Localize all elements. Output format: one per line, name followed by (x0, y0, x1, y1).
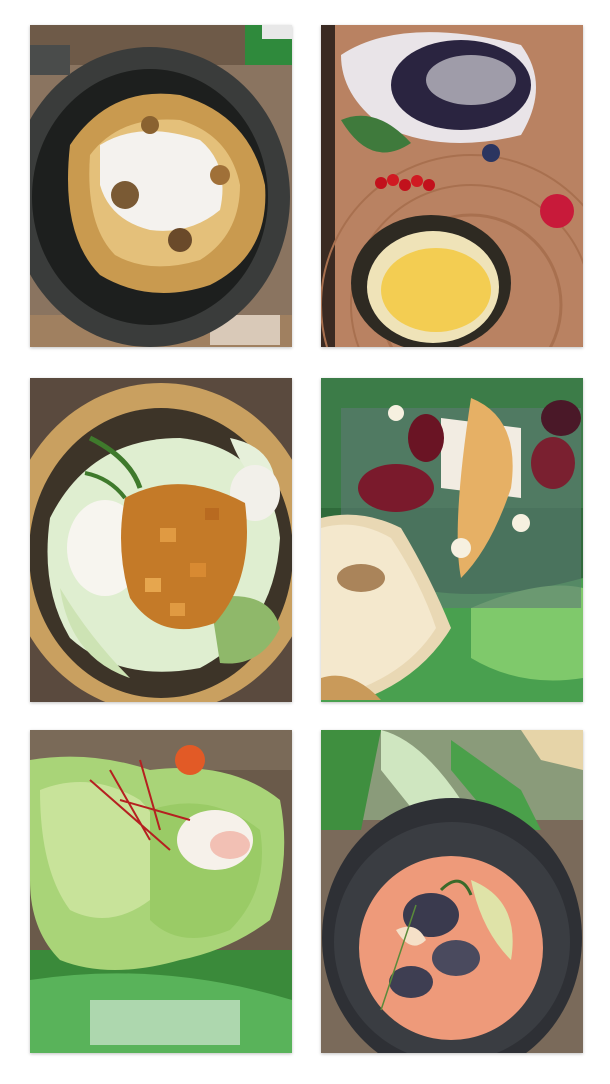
photo-kaiserschmarrn-pan[interactable] (30, 25, 292, 347)
ravioli-soup-image (321, 730, 583, 1053)
photo-lettuce-salad-glass-plate[interactable] (30, 730, 292, 1053)
lettuce-salad-image (30, 730, 292, 1053)
figs-toast-image (321, 378, 583, 702)
croutons-salad-image (30, 378, 292, 702)
photo-croutons-salad-bowl[interactable] (30, 378, 292, 702)
photo-ravioli-soup-bowl[interactable] (321, 730, 583, 1053)
photo-blueberry-dessert-board[interactable] (321, 25, 583, 347)
blueberry-dessert-image (321, 25, 583, 347)
photo-figs-toast-glass-plate[interactable] (321, 378, 583, 702)
kaiserschmarrn-image (30, 25, 292, 347)
